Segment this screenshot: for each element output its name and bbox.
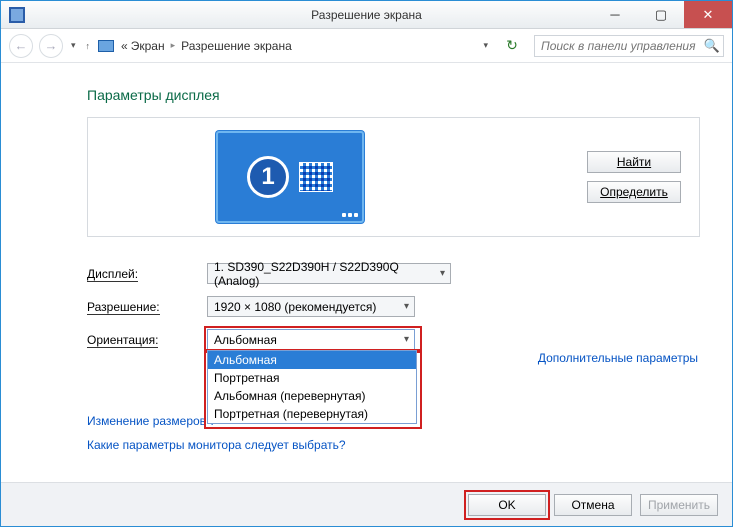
orientation-option-portrait[interactable]: Портретная [208, 369, 416, 387]
breadcrumb[interactable]: « Экран ▸ Разрешение экрана [98, 39, 475, 53]
breadcrumb-item-resolution[interactable]: Разрешение экрана [181, 39, 292, 53]
search-input[interactable] [534, 35, 724, 57]
chevron-right-icon: ▸ [171, 40, 176, 51]
window-title: Разрешение экрана [1, 8, 732, 22]
monitor-tray-dots [342, 213, 358, 217]
content-area: Параметры дисплея 1 Найти Определить Дис… [1, 63, 732, 482]
orientation-option-landscape-flipped[interactable]: Альбомная (перевернутая) [208, 387, 416, 405]
window: Разрешение экрана ─ ▢ ✕ ← → ▾ ↑ « Экран … [0, 0, 733, 527]
search-icon[interactable]: 🔍 [704, 38, 720, 54]
row-orientation: Ориентация: Альбомная Альбомная Портретн… [87, 329, 700, 350]
ok-button[interactable]: OK [468, 494, 546, 516]
keypad-icon [299, 162, 333, 192]
orientation-select[interactable]: Альбомная [207, 329, 415, 350]
breadcrumb-root: « [121, 39, 128, 53]
dialog-footer: OK Отмена Применить [1, 482, 732, 526]
display-select[interactable]: 1. SD390_S22D390H / S22D390Q (Analog) [207, 263, 451, 284]
page-heading: Параметры дисплея [87, 87, 700, 103]
label-display: Дисплей: [87, 267, 207, 281]
back-button[interactable]: ← [9, 34, 33, 58]
search-field-wrap: 🔍 [534, 35, 724, 57]
cancel-button[interactable]: Отмена [554, 494, 632, 516]
orientation-option-landscape[interactable]: Альбомная [208, 351, 416, 369]
titlebar: Разрешение экрана ─ ▢ ✕ [1, 1, 732, 29]
monitor-preview[interactable]: 1 [216, 131, 364, 223]
ok-wrap: OK [468, 494, 546, 516]
label-orientation: Ориентация: [87, 333, 207, 347]
monitor-number-badge: 1 [247, 156, 289, 198]
settings-form: Дисплей: 1. SD390_S22D390H / S22D390Q (A… [87, 263, 700, 350]
label-resolution: Разрешение: [87, 300, 207, 314]
recent-dropdown-icon[interactable]: ▾ [71, 40, 76, 51]
forward-button[interactable]: → [39, 34, 63, 58]
find-button[interactable]: Найти [587, 151, 681, 173]
orientation-option-portrait-flipped[interactable]: Портретная (перевернутая) [208, 405, 416, 423]
breadcrumb-dropdown-icon[interactable]: ▾ [483, 40, 488, 51]
monitor-icon [98, 40, 114, 52]
orientation-dropdown[interactable]: Альбомная Портретная Альбомная (переверн… [207, 350, 417, 424]
breadcrumb-item-screen[interactable]: Экран [131, 39, 165, 53]
refresh-button[interactable]: ↻ [502, 36, 522, 56]
display-select-value: 1. SD390_S22D390H / S22D390Q (Analog) [214, 260, 430, 288]
orientation-select-value: Альбомная [214, 333, 277, 347]
row-display: Дисплей: 1. SD390_S22D390H / S22D390Q (A… [87, 263, 700, 284]
monitor-buttons: Найти Определить [587, 151, 681, 203]
orientation-wrap: Альбомная Альбомная Портретная Альбомная… [207, 329, 415, 350]
up-button[interactable]: ↑ [86, 41, 91, 51]
navigation-bar: ← → ▾ ↑ « Экран ▸ Разрешение экрана ▾ ↻ … [1, 29, 732, 63]
advanced-settings-link[interactable]: Дополнительные параметры [538, 351, 698, 365]
apply-button: Применить [640, 494, 718, 516]
resolution-select[interactable]: 1920 × 1080 (рекомендуется) [207, 296, 415, 317]
detect-button[interactable]: Определить [587, 181, 681, 203]
monitor-help-link[interactable]: Какие параметры монитора следует выбрать… [87, 438, 700, 452]
row-resolution: Разрешение: 1920 × 1080 (рекомендуется) [87, 296, 700, 317]
display-preview-box: 1 Найти Определить [87, 117, 700, 237]
monitor-thumbnail[interactable]: 1 [216, 131, 364, 223]
resolution-select-value: 1920 × 1080 (рекомендуется) [214, 300, 376, 314]
